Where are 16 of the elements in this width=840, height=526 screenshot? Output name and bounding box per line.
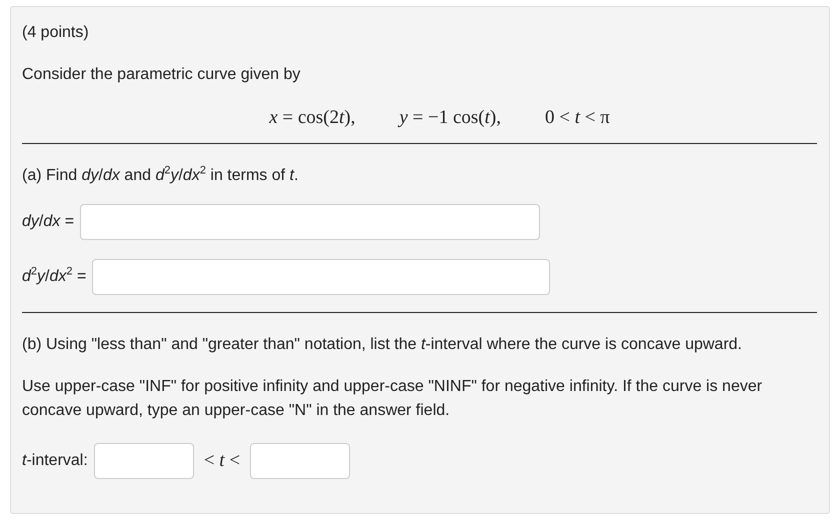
answer-field[interactable]	[92, 259, 550, 295]
interval-label: t-interval:	[22, 452, 88, 470]
equation: y = −1 cos(t),	[399, 107, 501, 129]
answer-label: d$^{2}$y/dx$^{2}$ =	[22, 268, 86, 286]
equation: x = cos(2t),	[269, 107, 356, 129]
part-b-prompt: (b) Using "less than" and "greater than" notation, list the t-interval where the curve is concave upward.	[22, 335, 743, 355]
part-a-prompt: (a) Find dy/dx and d$^{2}$y/dx$^{2}$ in terms of t.	[22, 164, 300, 186]
answer-field[interactable]	[94, 443, 194, 479]
equation: 0 < t < π	[545, 107, 610, 129]
intro-text: Consider the parametric curve given by	[22, 65, 302, 85]
inequality-text: < t <	[204, 450, 240, 472]
answer-label: dy/dx =	[22, 213, 74, 231]
answer-field[interactable]	[250, 443, 350, 479]
instruction-text: Use upper-case "INF" for positive infinity and upper-case "NINF" for negative infinity. If the curve is never concave upward, type an upper-case "N" in the answer field.	[22, 377, 764, 421]
answer-field[interactable]	[80, 204, 540, 240]
points-label: (4 points)	[22, 23, 90, 43]
